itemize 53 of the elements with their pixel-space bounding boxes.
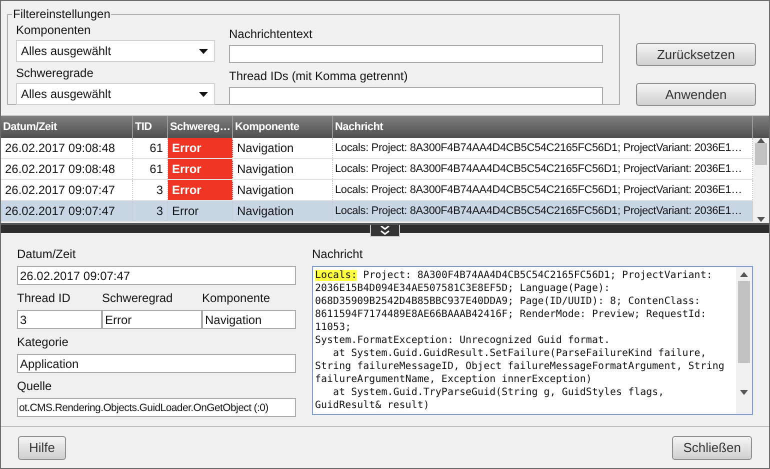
components-dropdown[interactable]: Alles ausgewählt — [16, 40, 215, 62]
dropdown-caret-icon — [199, 48, 208, 54]
table-cell: Navigation — [233, 138, 333, 158]
field-label: Schweregrad — [102, 291, 174, 306]
table-row[interactable]: 26.02.2017 09:07:47 3 Error Navigation Locals: Project: 8A300F4B74AA4D4CB5C54C2165FC56D1; ProjectVariant: 2036E1… — [1, 201, 753, 222]
table-cell: Navigation — [233, 180, 333, 200]
group-title: Filtereinstellungen — [12, 7, 112, 21]
dropdown-caret-icon — [199, 92, 208, 96]
thread-ids-field[interactable] — [229, 87, 603, 105]
table-cell: Navigation — [233, 201, 333, 221]
table-row[interactable]: 26.02.2017 09:08:48 61 Error Navigation Locals: Project: 8A300F4B74AA4D4CB5C54C2165FC56D1; ProjectVariant: 2036E1… — [1, 138, 753, 159]
scrollbar[interactable] — [753, 138, 769, 222]
table-cell: Navigation — [233, 159, 333, 179]
field-label: Datum/Zeit — [17, 247, 77, 262]
severities-dropdown[interactable]: Alles ausgewählt — [16, 83, 215, 105]
close-button[interactable]: Schließen — [672, 436, 752, 460]
collapse-button[interactable] — [370, 225, 400, 237]
severity-field[interactable]: Error — [102, 310, 202, 329]
component-field[interactable]: Navigation — [202, 310, 296, 329]
table-row[interactable]: 26.02.2017 09:08:48 61 Error Navigation Locals: Project: 8A300F4B74AA4D4CB5C54C2165FC56D1; ProjectVariant: 2036E1… — [1, 159, 753, 180]
field-label: Komponente — [202, 291, 272, 306]
message-text-field[interactable] — [229, 45, 603, 63]
table-cell: 3 — [133, 201, 168, 221]
scrollbar-thumb[interactable] — [738, 281, 750, 363]
scrollbar-thumb[interactable] — [755, 143, 767, 165]
severity-cell: Error — [168, 159, 233, 179]
thread-id-field[interactable]: 3 — [17, 310, 102, 329]
severity-cell: Error — [168, 180, 233, 200]
help-button[interactable]: Hilfe — [18, 436, 66, 460]
table-row[interactable]: 26.02.2017 09:07:47 3 Error Navigation Locals: Project: 8A300F4B74AA4D4CB5C54C2165FC56D1; ProjectVariant: 2036E1… — [1, 180, 753, 201]
field-label: Schweregrade — [16, 66, 94, 81]
field-label: Kategorie — [17, 335, 70, 350]
category-field[interactable]: Application — [17, 354, 296, 373]
double-chevron-down-icon — [380, 226, 390, 235]
severity-cell: Error — [168, 201, 233, 221]
field-label: Thread ID — [17, 291, 72, 306]
field-label: Komponenten — [16, 23, 92, 38]
datetime-field[interactable]: 26.02.2017 09:07:47 — [17, 266, 296, 285]
apply-button[interactable]: Anwenden — [636, 83, 756, 106]
scroll-down-icon[interactable] — [740, 390, 748, 395]
scroll-up-icon[interactable] — [740, 272, 748, 276]
table-cell: 26.02.2017 09:07:47 — [1, 201, 133, 221]
field-label: Quelle — [17, 379, 53, 394]
table-cell: 26.02.2017 09:08:48 — [1, 159, 133, 179]
table-cell: 26.02.2017 09:07:47 — [1, 180, 133, 200]
field-label: Thread IDs (mit Komma getrennt) — [229, 69, 409, 84]
field-label: Nachrichtentext — [229, 27, 314, 42]
scrollbar[interactable] — [736, 267, 752, 414]
source-field[interactable]: ot.CMS.Rendering.Objects.GuidLoader.OnGetObject (:0) — [17, 398, 296, 417]
severity-cell: Error — [168, 138, 233, 158]
reset-button[interactable]: Zurücksetzen — [636, 43, 756, 66]
field-label: Nachricht — [312, 247, 364, 262]
table-cell: 26.02.2017 09:08:48 — [1, 138, 133, 158]
